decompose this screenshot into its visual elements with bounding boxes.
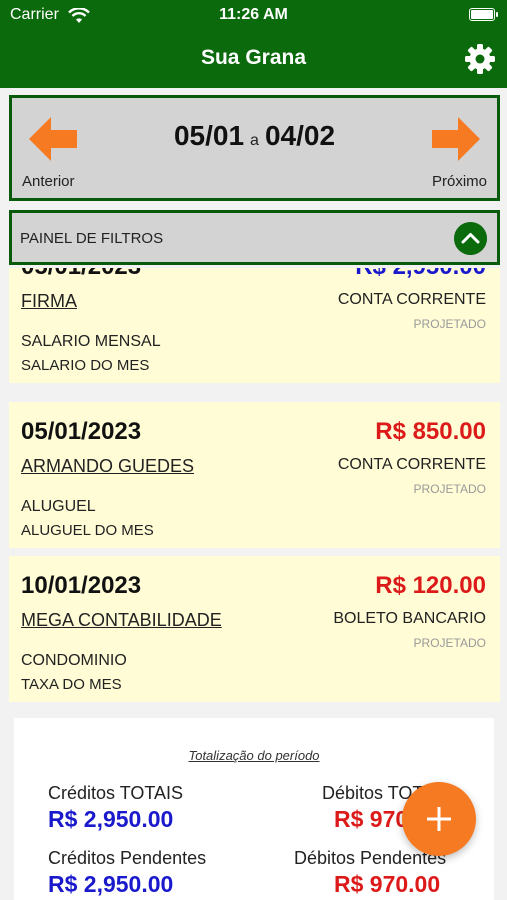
- debits-pending-value: R$ 970.00: [334, 871, 441, 897]
- transaction-card[interactable]: 10/01/2023 MEGA CONTABILIDADE CONDOMINIO…: [9, 556, 500, 702]
- clock-time: 11:26 AM: [219, 6, 288, 23]
- transaction-account: CONTA CORRENTE: [337, 456, 486, 473]
- transaction-status: PROJETADO: [413, 636, 486, 650]
- transaction-account: CONTA CORRENTE: [337, 291, 486, 308]
- filter-panel-label: PAINEL DE FILTROS: [20, 230, 164, 247]
- credits-total-value: R$ 2,950.00: [48, 806, 174, 832]
- transaction-account: BOLETO BANCARIO: [333, 610, 486, 627]
- transaction-description: ALUGUEL: [21, 498, 96, 515]
- transaction-party[interactable]: ARMANDO GUEDES: [21, 456, 194, 477]
- transaction-note: SALARIO DO MES: [21, 357, 150, 374]
- period-selector: 05/01 a 04/02 Anterior Próximo: [9, 95, 500, 201]
- filter-panel-header[interactable]: PAINEL DE FILTROS: [9, 210, 500, 265]
- transaction-party[interactable]: FIRMA: [21, 291, 77, 312]
- transaction-date: 05/01/2023: [21, 268, 141, 281]
- status-bar: Carrier 11:26 AM: [0, 0, 507, 32]
- transaction-amount: R$ 120.00: [375, 572, 486, 599]
- period-range: 05/01 a 04/02: [12, 120, 497, 152]
- arrow-right-icon[interactable]: [432, 116, 480, 162]
- transaction-status: PROJETADO: [413, 317, 486, 331]
- plus-icon: [427, 807, 451, 831]
- transaction-card[interactable]: 05/01/2023 FIRMA SALARIO MENSAL SALARIO …: [9, 268, 500, 383]
- gear-icon[interactable]: [463, 42, 497, 76]
- add-transaction-button[interactable]: [402, 782, 476, 856]
- transaction-list[interactable]: 05/01/2023 FIRMA SALARIO MENSAL SALARIO …: [0, 268, 507, 708]
- transaction-description: CONDOMINIO: [21, 652, 127, 669]
- transaction-description: SALARIO MENSAL: [21, 333, 161, 350]
- transaction-date: 05/01/2023: [21, 418, 142, 445]
- transaction-note: ALUGUEL DO MES: [21, 522, 154, 539]
- credits-total-label: Créditos TOTAIS: [48, 783, 184, 803]
- nav-bar: Sua Grana: [0, 32, 507, 88]
- next-period-button[interactable]: Próximo: [432, 173, 487, 190]
- transaction-status: PROJETADO: [413, 482, 486, 496]
- period-separator: a: [250, 132, 259, 149]
- totals-heading: Totalização do período: [188, 748, 320, 763]
- transaction-card[interactable]: 05/01/2023 ARMANDO GUEDES ALUGUEL ALUGUE…: [9, 402, 500, 548]
- chevron-up-icon[interactable]: [454, 222, 487, 255]
- app-title: Sua Grana: [200, 46, 307, 69]
- previous-period-button[interactable]: Anterior: [22, 173, 75, 190]
- transaction-amount: R$ 2,950.00: [355, 268, 486, 281]
- transaction-date: 10/01/2023: [21, 572, 142, 599]
- period-end: 04/02: [264, 120, 336, 151]
- credits-pending-label: Créditos Pendentes: [48, 848, 207, 868]
- credits-pending-value: R$ 2,950.00: [48, 871, 174, 897]
- transaction-amount: R$ 850.00: [375, 418, 486, 445]
- transaction-note: TAXA DO MES: [21, 676, 122, 693]
- battery-icon: [469, 8, 498, 21]
- period-start: 05/01: [173, 120, 245, 151]
- transaction-party[interactable]: MEGA CONTABILIDADE: [21, 610, 222, 631]
